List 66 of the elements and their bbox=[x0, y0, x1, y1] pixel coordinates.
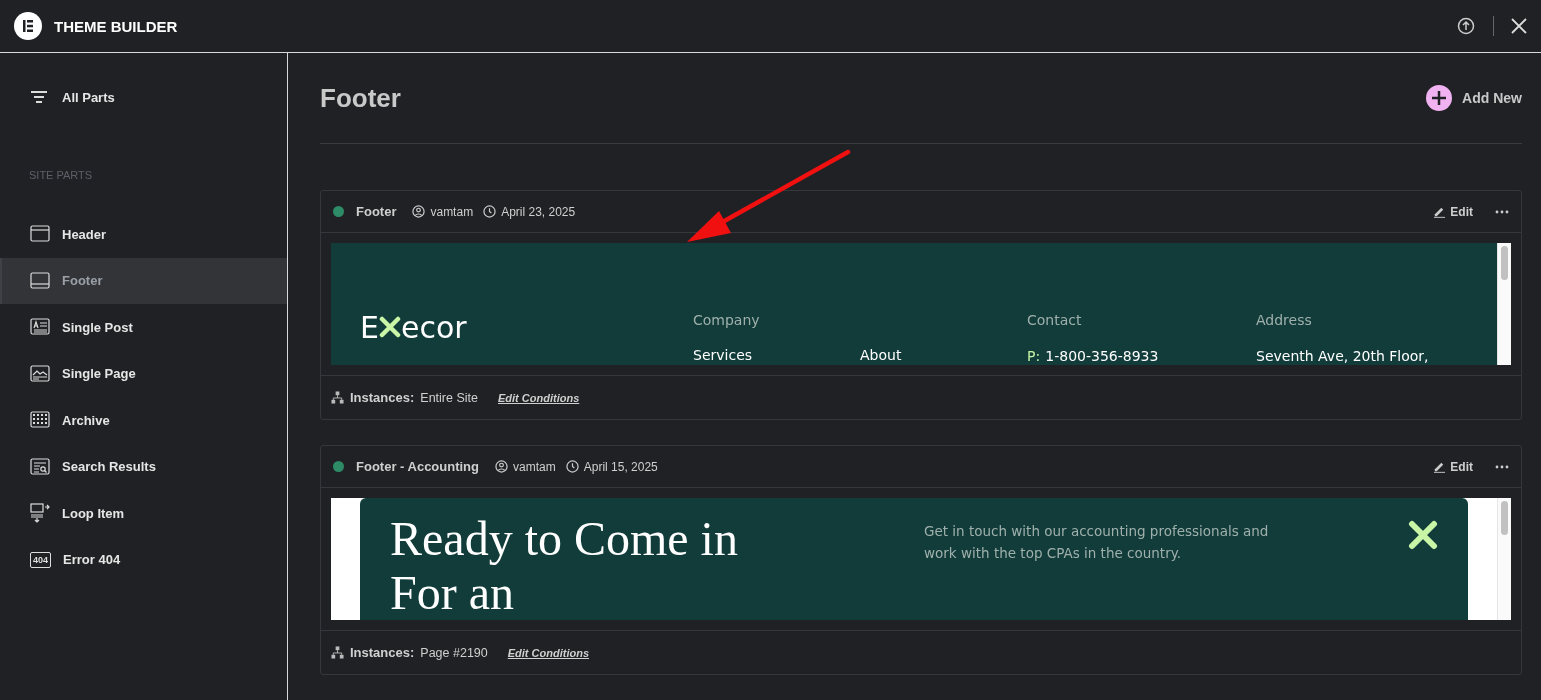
clock-icon bbox=[483, 205, 497, 218]
sidebar-item[interactable]: Loop Item bbox=[0, 490, 287, 537]
address-text: Seventh Ave, 20th Floor, bbox=[1256, 348, 1429, 364]
scrollbar[interactable] bbox=[1497, 243, 1511, 365]
close-button[interactable] bbox=[1511, 18, 1527, 34]
search-list-icon bbox=[30, 456, 50, 477]
instances-value: Entire Site bbox=[420, 390, 478, 405]
instances-label: Instances: bbox=[350, 390, 415, 405]
sidebar-item[interactable]: Header bbox=[0, 211, 287, 258]
sidebar-item[interactable]: Single Page bbox=[0, 350, 287, 397]
template-name: Footer - Accounting bbox=[356, 459, 479, 474]
column-heading: Company bbox=[693, 312, 761, 330]
user-icon bbox=[412, 205, 426, 218]
sidebar-item[interactable]: Footer bbox=[0, 257, 287, 304]
app-logo bbox=[14, 12, 42, 40]
column-heading: Address bbox=[1256, 312, 1313, 330]
loop-icon bbox=[30, 503, 50, 524]
grid-icon bbox=[30, 410, 50, 431]
user-icon bbox=[495, 460, 508, 473]
page-title: Footer bbox=[320, 82, 401, 114]
edit-conditions-link[interactable]: Edit Conditions bbox=[498, 391, 580, 404]
sidebar-item[interactable]: Search Results bbox=[0, 443, 287, 490]
edit-button[interactable]: Edit bbox=[1433, 204, 1473, 219]
author-text: vamtam bbox=[430, 204, 474, 219]
phone-number: 1-800-356-8933 bbox=[1045, 348, 1159, 364]
cross-icon bbox=[1408, 520, 1438, 550]
filter-icon bbox=[30, 90, 48, 104]
preview-heading: Ready to Come in For an bbox=[390, 512, 739, 620]
scrollbar[interactable] bbox=[1497, 498, 1511, 620]
add-new-button[interactable]: Add New bbox=[1426, 85, 1522, 111]
error-page-icon: 404 bbox=[30, 551, 52, 568]
pencil-icon bbox=[1433, 460, 1447, 473]
pencil-icon bbox=[1433, 205, 1447, 218]
image-page-icon bbox=[30, 363, 50, 384]
preview-text: Get in touch with our accounting professionals and work with the top CPAs in the country. bbox=[924, 522, 1270, 563]
author-text: vamtam bbox=[513, 459, 556, 474]
footer-link[interactable]: Services bbox=[693, 346, 860, 364]
logo-text: ecor bbox=[400, 309, 467, 345]
date-text: April 15, 2025 bbox=[583, 459, 658, 474]
upload-button[interactable] bbox=[1457, 17, 1475, 35]
edit-button[interactable]: Edit bbox=[1433, 459, 1473, 474]
instances-value: Page #2190 bbox=[420, 645, 488, 660]
all-parts-link[interactable]: All Parts bbox=[0, 83, 287, 111]
column-heading: Contact bbox=[1027, 312, 1083, 330]
app-title: THEME BUILDER bbox=[54, 17, 179, 35]
sidebar-item[interactable]: 404 Error 404 bbox=[0, 536, 287, 583]
sidebar-item[interactable]: Single Post bbox=[0, 304, 287, 351]
sidebar-item[interactable]: Archive bbox=[0, 397, 287, 444]
date-text: April 23, 2025 bbox=[501, 204, 576, 219]
cross-icon bbox=[378, 316, 401, 338]
template-name: Footer bbox=[356, 204, 397, 219]
edit-conditions-link[interactable]: Edit Conditions bbox=[507, 646, 589, 659]
footer-layout-icon bbox=[30, 270, 50, 291]
hierarchy-icon bbox=[331, 646, 344, 659]
clock-icon bbox=[565, 460, 579, 473]
logo-text: E bbox=[360, 309, 379, 345]
phone-label: P: bbox=[1027, 348, 1041, 364]
instances-label: Instances: bbox=[350, 645, 415, 660]
article-icon bbox=[30, 317, 50, 338]
header-layout-icon bbox=[30, 224, 50, 245]
more-options-button[interactable] bbox=[1495, 209, 1509, 214]
hierarchy-icon bbox=[331, 391, 344, 404]
section-label: SITE PARTS bbox=[28, 169, 94, 181]
plus-icon bbox=[1426, 85, 1453, 111]
footer-link[interactable]: About bbox=[860, 346, 1027, 364]
more-options-button[interactable] bbox=[1495, 464, 1509, 469]
